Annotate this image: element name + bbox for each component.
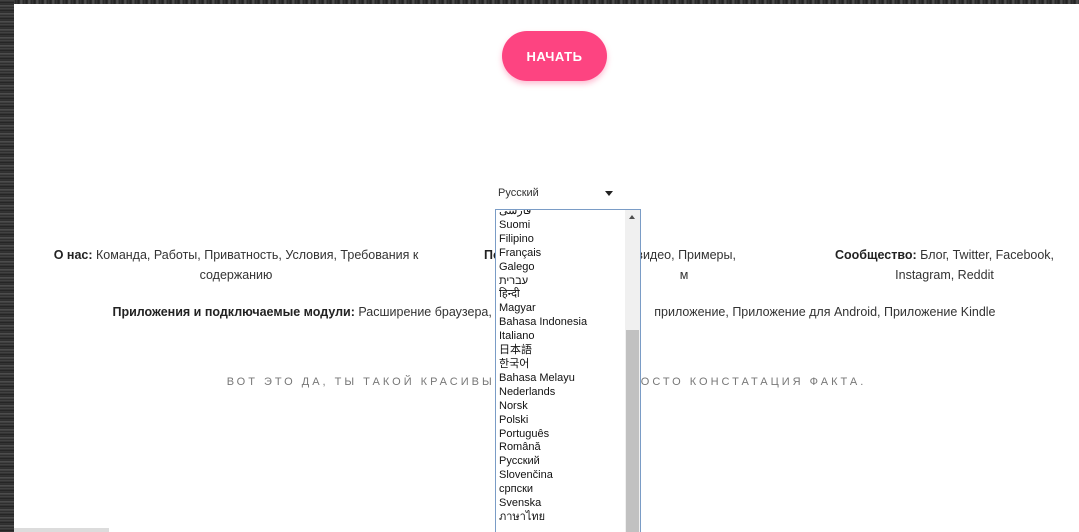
language-option[interactable]: Français bbox=[499, 247, 623, 261]
language-option[interactable]: हिन्दी bbox=[499, 288, 623, 302]
scroll-up-icon[interactable] bbox=[629, 215, 635, 219]
language-option[interactable]: српски bbox=[499, 483, 623, 497]
footer-community-heading: Сообщество: bbox=[834, 248, 917, 262]
language-option[interactable]: 日本語 bbox=[499, 344, 623, 358]
language-dropdown-list[interactable]: فارسی Suomi Filipino Français Galego עברית हिन… bbox=[495, 209, 641, 532]
chevron-down-icon[interactable] bbox=[605, 191, 613, 196]
tagline-left: ВОТ ЭТО ДА, ТЫ ТАКОЙ КРАСИВЫ bbox=[226, 376, 495, 388]
language-option[interactable]: Română bbox=[499, 441, 623, 455]
language-option[interactable]: Nederlands bbox=[499, 386, 623, 400]
language-option[interactable]: Português bbox=[499, 428, 623, 442]
dropdown-scrollbar[interactable] bbox=[625, 210, 640, 532]
language-option[interactable]: Svenska bbox=[499, 497, 623, 511]
language-option[interactable]: Magyar bbox=[499, 302, 623, 316]
footer-about-heading: О нас: bbox=[53, 248, 93, 262]
footer-about-links[interactable]: Команда, Работы, Приватность, Условия, Т… bbox=[96, 248, 418, 282]
language-option[interactable]: ภาษาไทย bbox=[499, 511, 623, 525]
scrollbar-thumb[interactable] bbox=[626, 330, 639, 532]
language-option[interactable]: Bahasa Indonesia bbox=[499, 316, 623, 330]
language-option[interactable]: Filipino bbox=[499, 233, 623, 247]
language-option[interactable]: Slovenčina bbox=[499, 469, 623, 483]
language-option[interactable]: Norsk bbox=[499, 400, 623, 414]
language-option[interactable]: Galego bbox=[499, 261, 623, 275]
language-option[interactable]: Italiano bbox=[499, 330, 623, 344]
footer-apps-heading: Приложения и подключаемые модули: bbox=[112, 305, 355, 319]
start-button[interactable]: НАЧАТЬ bbox=[502, 31, 607, 81]
footer-apps-links-right[interactable]: приложение, Приложение для Android, Прил… bbox=[654, 305, 995, 319]
footer-apps-links-left[interactable]: Расширение браузера, П bbox=[358, 305, 504, 319]
language-option[interactable]: Русский bbox=[499, 455, 623, 469]
language-option[interactable]: فارسی bbox=[499, 210, 623, 219]
language-options: فارسی Suomi Filipino Français Galego עברית हिन… bbox=[499, 210, 623, 525]
language-option[interactable]: עברית bbox=[499, 275, 623, 289]
language-option[interactable]: Bahasa Melayu bbox=[499, 372, 623, 386]
footer-support-links-2[interactable]: м bbox=[680, 268, 689, 282]
footer-about: О нас: Команда, Работы, Приватность, Усл… bbox=[36, 245, 436, 285]
language-option[interactable]: Suomi bbox=[499, 219, 623, 233]
language-option[interactable]: 한국어 bbox=[499, 358, 623, 372]
language-option[interactable]: Polski bbox=[499, 414, 623, 428]
tagline-right: РОСТО КОНСТАТАЦИЯ ФАКТА. bbox=[630, 376, 867, 388]
language-select[interactable]: Русский bbox=[495, 182, 625, 204]
footer-community-links[interactable]: Блог, Twitter, Facebook, Instagram, Redd… bbox=[895, 248, 1054, 282]
footer-community: Сообщество: Блог, Twitter, Facebook, Ins… bbox=[822, 245, 1067, 285]
background-texture-left bbox=[0, 0, 14, 532]
language-select-value: Русский bbox=[498, 187, 539, 199]
main-panel: НАЧАТЬ Русский О нас: Команда, Работы, П… bbox=[14, 4, 1079, 532]
horizontal-scrollbar[interactable] bbox=[14, 528, 109, 532]
